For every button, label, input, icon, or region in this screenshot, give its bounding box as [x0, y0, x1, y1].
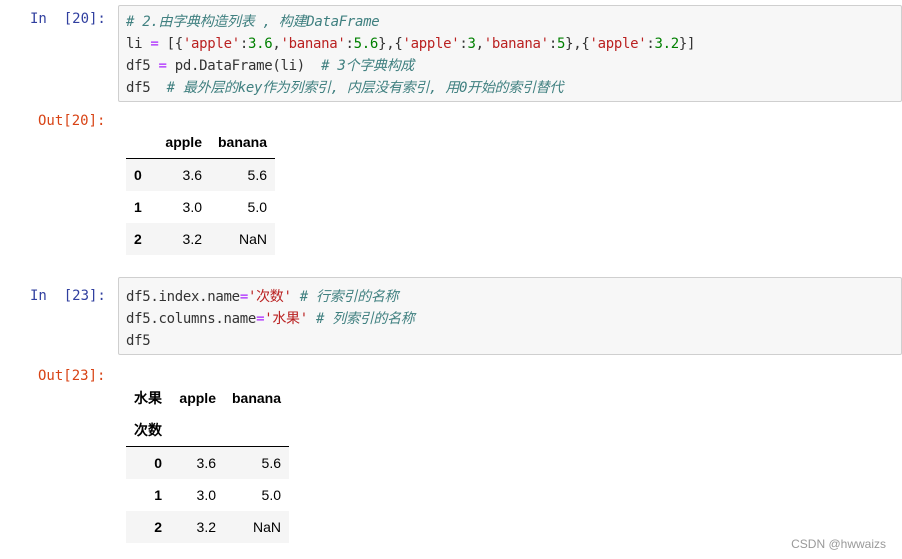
- input-prompt: In [20]:: [30, 11, 106, 27]
- table-header-row: 水果 apple banana: [126, 382, 289, 414]
- input-prompt: In [23]:: [30, 288, 106, 304]
- table-header: [126, 126, 156, 159]
- row-index: 0: [134, 167, 142, 183]
- row-index: 1: [154, 487, 162, 503]
- code-line: df5 # 最外层的key作为列索引, 内层没有索引, 用0开始的索引替代: [126, 80, 564, 96]
- table-cell: 3.2: [196, 519, 216, 535]
- table-header-row: apple banana: [126, 126, 276, 159]
- code-line: li = [{'apple':3.6,'banana':5.6},{'apple…: [126, 36, 696, 52]
- output-prompt: Out[23]:: [38, 368, 106, 384]
- index-name: 次数: [126, 414, 170, 447]
- code-line: df5.index.name='次数' # 行索引的名称: [126, 289, 399, 305]
- table-cell: NaN: [239, 231, 268, 247]
- table-cell: 3.6: [182, 167, 202, 183]
- row-index: 2: [154, 519, 162, 535]
- table-header: apple: [179, 390, 216, 406]
- code-cell-input[interactable]: df5.index.name='次数' # 行索引的名称 df5.columns…: [118, 277, 902, 355]
- table-row: 0 3.6 5.6: [126, 446, 290, 479]
- table-cell: 5.0: [261, 487, 282, 503]
- row-index: 2: [134, 231, 142, 247]
- columns-name: 水果: [134, 390, 162, 406]
- table-row: 0 3.6 5.6: [126, 158, 276, 191]
- code-line: df5: [126, 333, 151, 349]
- code-line: df5 = pd.DataFrame(li) # 3个字典构成: [126, 58, 414, 74]
- table-cell: 5.6: [261, 455, 282, 471]
- table-row: 1 3.0 5.0: [126, 479, 290, 511]
- table-cell: NaN: [253, 519, 282, 535]
- index-name-row: 次数: [126, 414, 290, 447]
- table-cell: 3.2: [182, 231, 202, 247]
- table-header: apple: [156, 126, 210, 159]
- table-cell: 3.0: [196, 487, 216, 503]
- table-cell: 5.6: [247, 167, 268, 183]
- dataframe-table: 水果 apple banana 次数 0 3.6 5.6 1 3.0 5.0 2…: [126, 382, 290, 543]
- code-cell-input[interactable]: # 2.由字典构造列表 , 构建DataFrame li = [{'apple'…: [118, 5, 902, 102]
- code-line: # 2.由字典构造列表 , 构建DataFrame: [126, 11, 901, 33]
- dataframe-table: apple banana 0 3.6 5.6 1 3.0 5.0 2 3.2 N…: [126, 126, 276, 255]
- table-row: 1 3.0 5.0: [126, 191, 276, 223]
- table-cell: 3.0: [182, 199, 202, 215]
- code-comment: # 2.由字典构造列表 , 构建DataFrame: [126, 14, 380, 30]
- watermark: CSDN @hwwaizs: [791, 537, 886, 551]
- table-header: banana: [210, 126, 276, 159]
- code-line: df5.columns.name='水果' # 列索引的名称: [126, 311, 415, 327]
- table-cell: 5.0: [247, 199, 268, 215]
- row-index: 0: [154, 455, 162, 471]
- table-row: 2 3.2 NaN: [126, 223, 276, 255]
- table-cell: 3.6: [196, 455, 216, 471]
- table-row: 2 3.2 NaN: [126, 511, 290, 543]
- row-index: 1: [134, 199, 142, 215]
- table-header: banana: [232, 390, 282, 406]
- table-header: [224, 414, 290, 447]
- output-prompt: Out[20]:: [38, 113, 106, 129]
- table-header: [170, 414, 224, 447]
